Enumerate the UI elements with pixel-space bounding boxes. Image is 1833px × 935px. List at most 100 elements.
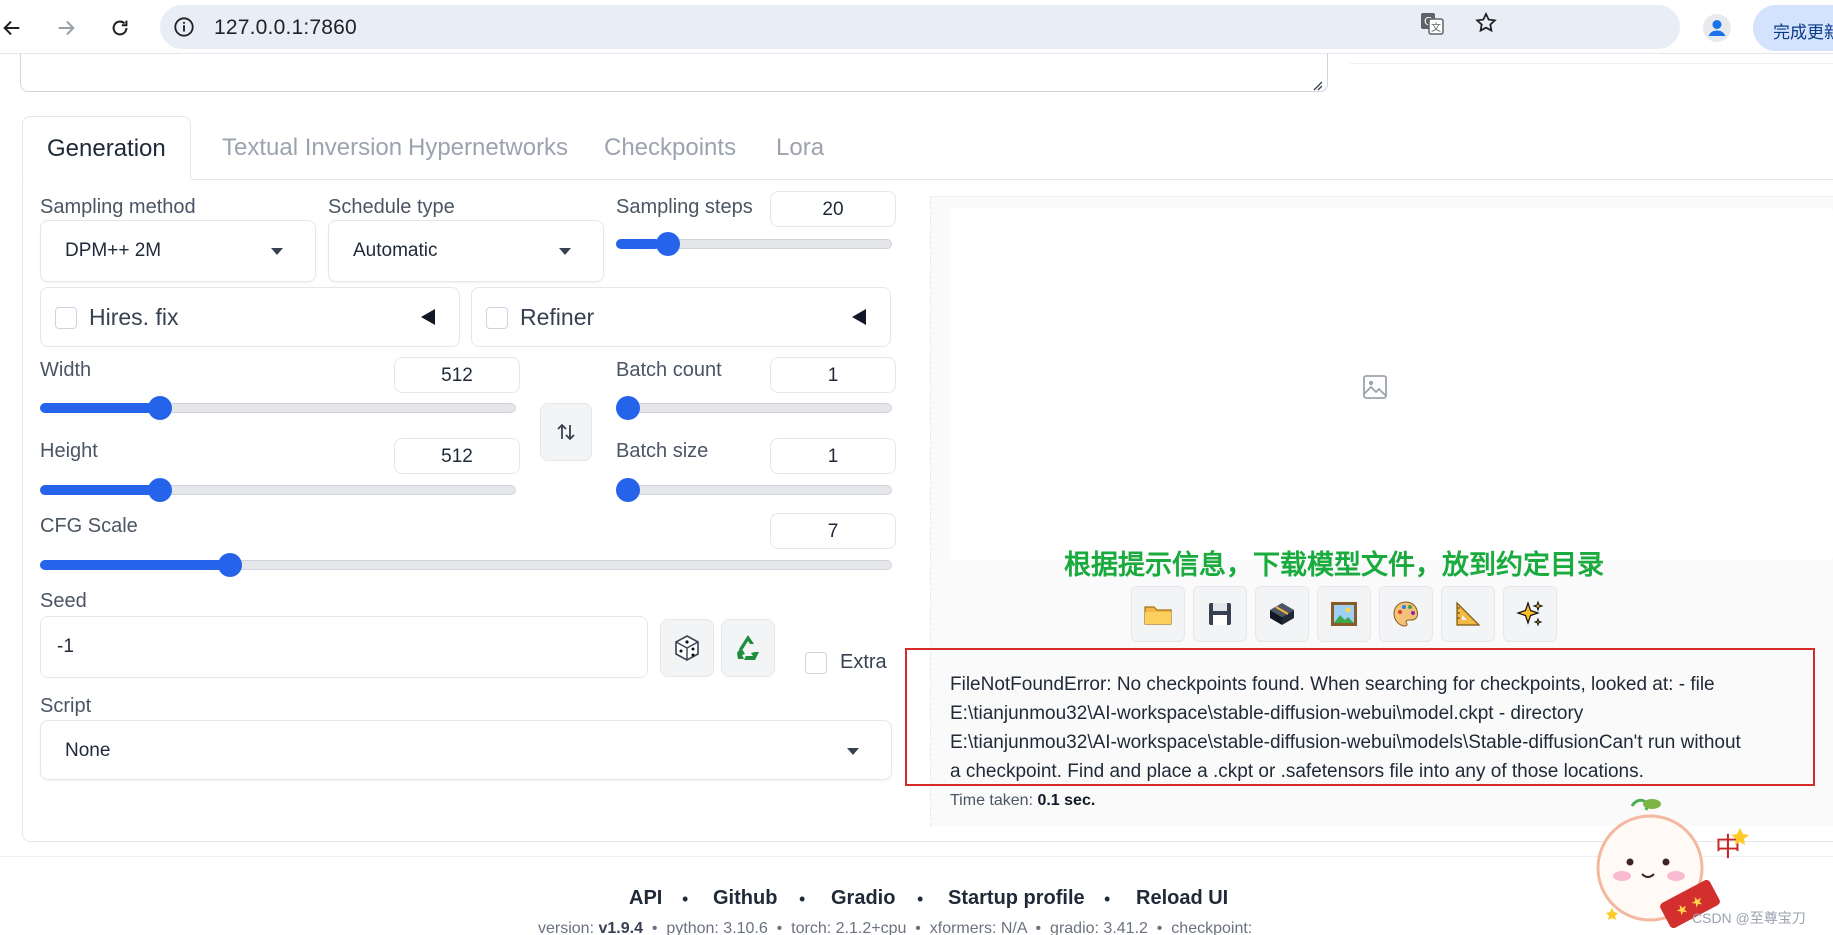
cfg-scale-slider[interactable] bbox=[40, 553, 892, 577]
slider-thumb[interactable] bbox=[218, 553, 243, 577]
slider-thumb[interactable] bbox=[616, 478, 640, 502]
sampling-steps-input[interactable]: 20 bbox=[770, 191, 896, 227]
height-label: Height bbox=[40, 440, 98, 462]
batch-size-label: Batch size bbox=[616, 440, 709, 462]
torch-version: torch: 2.1.2+cpu bbox=[791, 920, 907, 935]
reuse-seed-button[interactable] bbox=[721, 619, 775, 677]
folder-icon bbox=[1144, 606, 1172, 625]
random-seed-button[interactable] bbox=[660, 619, 714, 677]
schedule-type-label: Schedule type bbox=[328, 196, 455, 218]
send-to-inpaint-button[interactable] bbox=[1379, 586, 1433, 642]
profile-avatar-icon[interactable] bbox=[1700, 11, 1734, 45]
python-version: python: 3.10.6 bbox=[666, 920, 768, 935]
schedule-type-value: Automatic bbox=[353, 240, 438, 261]
script-dropdown[interactable]: None bbox=[40, 720, 892, 780]
error-line: E:\tianjunmou32\AI-workspace\stable-diff… bbox=[950, 703, 1584, 724]
slider-thumb[interactable] bbox=[656, 232, 681, 256]
collapse-triangle-icon[interactable] bbox=[421, 309, 435, 325]
width-slider[interactable] bbox=[40, 396, 516, 420]
refiner-accordion[interactable]: Refiner bbox=[471, 287, 891, 347]
chevron-down-icon bbox=[559, 248, 571, 255]
batch-count-slider[interactable] bbox=[616, 396, 892, 420]
xformers-version: xformers: N/A bbox=[929, 920, 1027, 935]
address-bar[interactable]: 127.0.0.1:7860 bbox=[160, 5, 1680, 49]
tab-checkpoints[interactable]: Checkpoints bbox=[604, 116, 736, 180]
resize-grip-icon[interactable] bbox=[1313, 78, 1323, 91]
prompt-textarea[interactable] bbox=[20, 54, 1328, 92]
translate-icon[interactable]: G文 bbox=[1418, 9, 1446, 37]
zip-button[interactable] bbox=[1255, 586, 1309, 642]
image-placeholder-icon bbox=[1360, 372, 1390, 402]
batch-size-input[interactable]: 1 bbox=[770, 438, 896, 474]
seed-value: -1 bbox=[57, 636, 74, 657]
save-button[interactable] bbox=[1193, 586, 1247, 642]
slider-thumb[interactable] bbox=[616, 396, 640, 420]
time-taken-value: 0.1 sec. bbox=[1037, 792, 1096, 809]
tab-bar: Generation Textual Inversion Hypernetwor… bbox=[22, 116, 1833, 180]
extra-label: Extra bbox=[840, 651, 887, 673]
ruler-icon bbox=[1456, 601, 1481, 626]
error-line: E:\tianjunmou32\AI-workspace\stable-diff… bbox=[950, 732, 1741, 753]
top-right-panel bbox=[1350, 54, 1833, 64]
slider-thumb[interactable] bbox=[148, 478, 173, 502]
footer-link-api[interactable]: API bbox=[629, 887, 662, 910]
hires-fix-checkbox[interactable] bbox=[55, 307, 77, 329]
batch-count-label: Batch count bbox=[616, 359, 722, 381]
width-label: Width bbox=[40, 359, 92, 381]
batch-size-slider[interactable] bbox=[616, 478, 892, 502]
site-info-icon[interactable] bbox=[172, 15, 196, 39]
gradio-version: gradio: 3.41.2 bbox=[1050, 920, 1148, 935]
footer-separator: • bbox=[1104, 889, 1111, 909]
height-input[interactable]: 512 bbox=[394, 438, 520, 474]
send-to-extras-button[interactable] bbox=[1441, 586, 1495, 642]
image-icon bbox=[1331, 602, 1357, 626]
tab-textual-inversion[interactable]: Textual Inversion bbox=[222, 116, 402, 180]
time-taken-label: Time taken: bbox=[950, 792, 1033, 809]
batch-count-input[interactable]: 1 bbox=[770, 357, 896, 393]
sampling-steps-slider[interactable] bbox=[616, 232, 892, 256]
footer-links: API • Github • Gradio • Startup profile … bbox=[0, 887, 1833, 915]
generate-sparkle-button[interactable] bbox=[1503, 586, 1557, 642]
forward-arrow-icon[interactable] bbox=[48, 10, 84, 46]
zip-icon bbox=[1270, 603, 1294, 625]
sampling-method-dropdown[interactable]: DPM++ 2M bbox=[40, 220, 316, 282]
refiner-checkbox[interactable] bbox=[486, 307, 508, 329]
hires-fix-accordion[interactable]: Hires. fix bbox=[40, 287, 460, 347]
cfg-scale-input[interactable]: 7 bbox=[770, 513, 896, 549]
tab-generation[interactable]: Generation bbox=[22, 116, 191, 180]
collapse-triangle-icon[interactable] bbox=[852, 309, 866, 325]
update-button[interactable]: 完成更新 bbox=[1753, 5, 1833, 51]
width-input[interactable]: 512 bbox=[394, 357, 520, 393]
seed-input[interactable]: -1 bbox=[40, 616, 648, 678]
version-value: v1.9.4 bbox=[598, 920, 643, 935]
extra-checkbox[interactable] bbox=[805, 652, 827, 674]
url-text[interactable]: 127.0.0.1:7860 bbox=[214, 16, 357, 40]
error-line: FileNotFoundError: No checkpoints found.… bbox=[950, 674, 1715, 695]
palette-icon bbox=[1393, 601, 1419, 627]
footer-link-github[interactable]: Github bbox=[713, 887, 777, 910]
watermark-text: CSDN @至尊宝刀 bbox=[1692, 910, 1806, 926]
footer-link-startup-profile[interactable]: Startup profile bbox=[948, 887, 1085, 910]
tab-lora[interactable]: Lora bbox=[776, 116, 824, 180]
error-line: a checkpoint. Find and place a .ckpt or … bbox=[950, 761, 1644, 782]
schedule-type-dropdown[interactable]: Automatic bbox=[328, 220, 604, 282]
height-slider[interactable] bbox=[40, 478, 516, 502]
reload-icon[interactable] bbox=[102, 10, 138, 46]
open-folder-button[interactable] bbox=[1131, 586, 1185, 642]
seed-label: Seed bbox=[40, 590, 87, 612]
tab-hypernetworks[interactable]: Hypernetworks bbox=[408, 116, 568, 180]
image-output-area bbox=[950, 208, 1833, 560]
swap-dimensions-button[interactable] bbox=[540, 403, 592, 461]
version-info: version: v1.9.4 • python: 3.10.6 • torch… bbox=[538, 920, 1253, 935]
send-to-img2img-button[interactable] bbox=[1317, 586, 1371, 642]
footer-link-reload-ui[interactable]: Reload UI bbox=[1136, 887, 1228, 910]
bookmark-star-icon[interactable] bbox=[1472, 9, 1500, 37]
footer-link-gradio[interactable]: Gradio bbox=[831, 887, 895, 910]
time-taken: Time taken: 0.1 sec. bbox=[950, 792, 1095, 810]
slider-thumb[interactable] bbox=[148, 396, 173, 420]
script-label: Script bbox=[40, 695, 92, 717]
sparkle-icon bbox=[1516, 600, 1544, 627]
footer-separator: • bbox=[917, 889, 924, 909]
recycle-icon bbox=[737, 635, 759, 660]
back-arrow-icon[interactable] bbox=[0, 10, 30, 46]
